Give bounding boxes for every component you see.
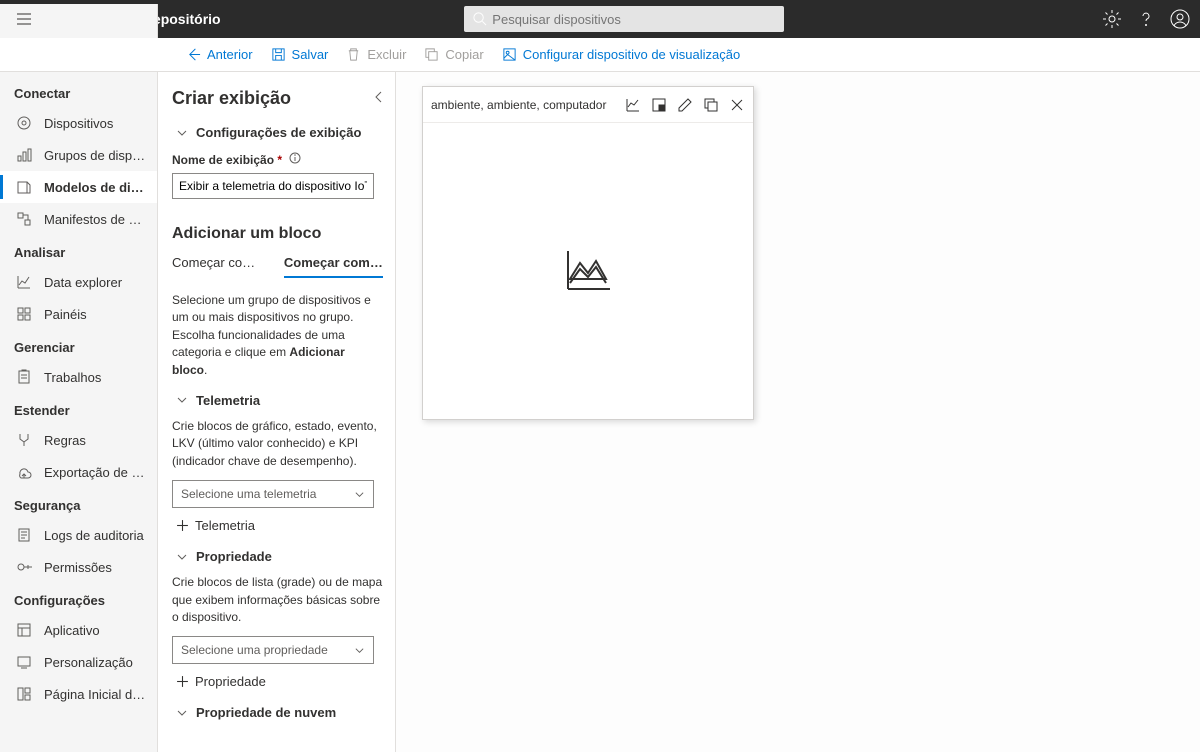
size-icon[interactable]: [651, 97, 667, 113]
duplicate-icon[interactable]: [703, 97, 719, 113]
nav-group-extend: Estender: [0, 393, 157, 424]
chart-type-icon[interactable]: [625, 97, 641, 113]
panel-title: Criar exibição: [172, 88, 383, 109]
hamburger-icon[interactable]: [16, 11, 32, 32]
nav-dashboards[interactable]: Painéis: [0, 298, 157, 330]
add-property-link[interactable]: Propriedade: [176, 674, 383, 689]
nav-jobs[interactable]: Trabalhos: [0, 361, 157, 393]
nav-device-groups[interactable]: Grupos de dispositivos: [0, 139, 157, 171]
nav-iot-home[interactable]: Página Inicial do IoT C: [0, 678, 157, 710]
desc-property: Crie blocos de lista (grade) ou de mapa …: [172, 574, 383, 626]
add-telemetry-link[interactable]: Telemetria: [176, 518, 383, 533]
copy-label: Copiar: [445, 47, 483, 62]
delete-button[interactable]: Excluir: [346, 47, 406, 62]
nav-data-explorer[interactable]: Data explorer: [0, 266, 157, 298]
label-display-name: Nome de exibição *: [172, 152, 383, 167]
save-label: Salvar: [292, 47, 329, 62]
nav-data-export[interactable]: Exportação de dados: [0, 456, 157, 488]
nav-audit-logs[interactable]: Logs de auditoria: [0, 519, 157, 551]
save-button[interactable]: Salvar: [271, 47, 329, 62]
settings-icon[interactable]: [1102, 9, 1122, 29]
tile-placeholder: [423, 123, 753, 419]
copy-button[interactable]: Copiar: [424, 47, 483, 62]
search-input[interactable]: [464, 6, 784, 32]
nav-group-security: Segurança: [0, 488, 157, 519]
chevron-down-icon: [354, 489, 365, 500]
property-dropdown[interactable]: Selecione uma propriedade: [172, 636, 374, 664]
section-cloud-property[interactable]: Propriedade de nuvem: [176, 705, 383, 720]
nav-edge-manifests[interactable]: Manifestos de borda: [0, 203, 157, 235]
global-search[interactable]: [464, 6, 784, 32]
desc-instructions: Selecione um grupo de dispositivos e um …: [172, 292, 383, 379]
nav-devices[interactable]: Dispositivos: [0, 107, 157, 139]
nav-customization[interactable]: Personalização: [0, 646, 157, 678]
tab-start-visual[interactable]: Começar com u...: [172, 255, 266, 278]
configure-label: Configurar dispositivo de visualização: [523, 47, 741, 62]
close-icon[interactable]: [729, 97, 745, 113]
nav-group-analyze: Analisar: [0, 235, 157, 266]
collapse-panel-icon[interactable]: [373, 90, 385, 108]
section-telemetry[interactable]: Telemetria: [176, 393, 383, 408]
delete-label: Excluir: [367, 47, 406, 62]
view-canvas[interactable]: ambiente, ambiente, computador: [396, 72, 1200, 752]
nav-device-templates[interactable]: Modelos de dispo...: [0, 171, 157, 203]
back-label: Anterior: [207, 47, 253, 62]
section-display-settings[interactable]: Configurações de exibição: [176, 125, 383, 140]
nav-rules[interactable]: Regras: [0, 424, 157, 456]
left-nav: Conectar Dispositivos Grupos de disposit…: [0, 72, 158, 752]
display-name-input[interactable]: [172, 173, 374, 199]
nav-permissions[interactable]: Permissões: [0, 551, 157, 583]
desc-telemetry: Crie blocos de gráfico, estado, evento, …: [172, 418, 383, 470]
section-property[interactable]: Propriedade: [176, 549, 383, 564]
nav-group-settings: Configurações: [0, 583, 157, 614]
tile-title: ambiente, ambiente, computador: [431, 98, 615, 112]
chevron-down-icon: [354, 645, 365, 656]
help-icon[interactable]: [1136, 9, 1156, 29]
tab-start-data[interactable]: Começar com d...: [284, 255, 383, 278]
config-panel: Criar exibição Configurações de exibição…: [158, 72, 396, 752]
nav-application[interactable]: Aplicativo: [0, 614, 157, 646]
back-button[interactable]: Anterior: [186, 47, 253, 62]
nav-group-manage: Gerenciar: [0, 330, 157, 361]
configure-preview-button[interactable]: Configurar dispositivo de visualização: [502, 47, 741, 62]
telemetry-dropdown[interactable]: Selecione uma telemetria: [172, 480, 374, 508]
info-icon[interactable]: [289, 153, 301, 167]
nav-group-connect: Conectar: [0, 76, 157, 107]
search-icon: [472, 11, 487, 26]
account-icon[interactable]: [1170, 9, 1190, 29]
edit-icon[interactable]: [677, 97, 693, 113]
chart-tile[interactable]: ambiente, ambiente, computador: [422, 86, 754, 420]
heading-add-block: Adicionar um bloco: [172, 225, 383, 243]
